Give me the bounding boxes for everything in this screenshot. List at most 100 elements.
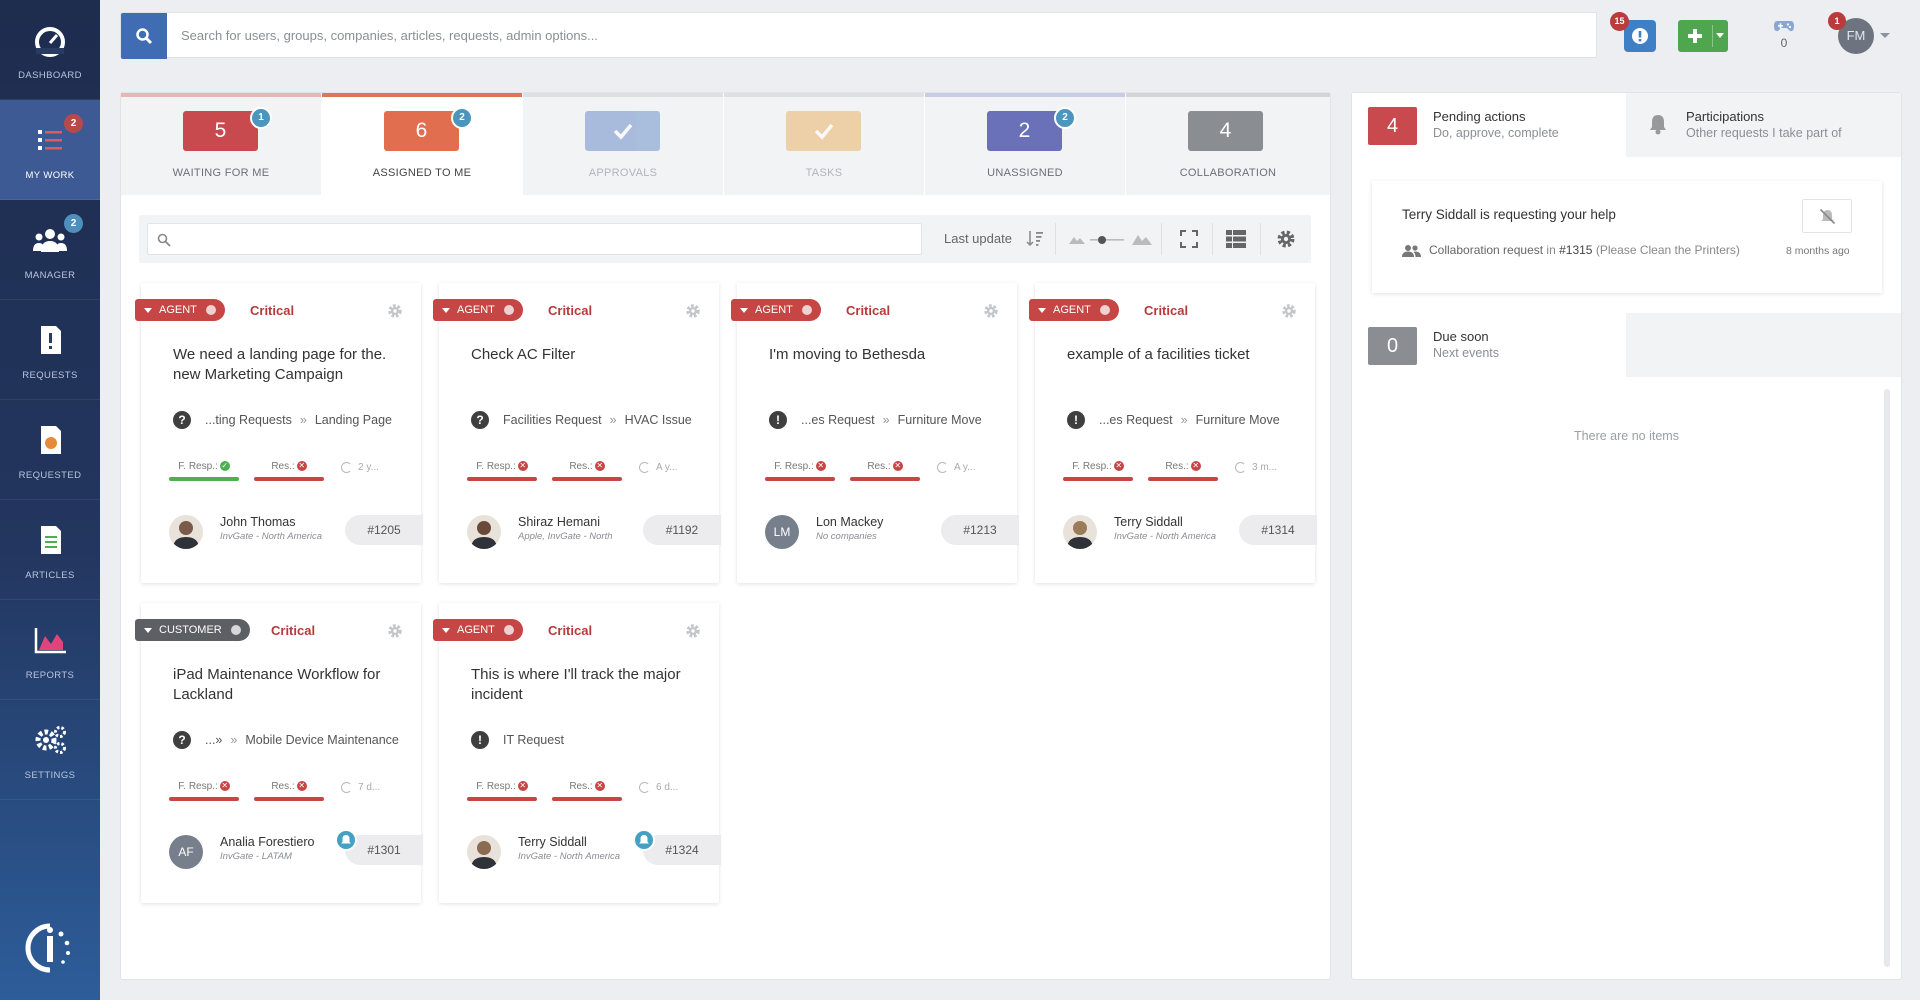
avatar[interactable]: LM bbox=[765, 515, 799, 549]
sla-label: Res.: bbox=[1165, 461, 1189, 472]
requester-name[interactable]: Lon Mackey bbox=[816, 515, 883, 529]
avatar[interactable] bbox=[1063, 515, 1097, 549]
gear-icon[interactable] bbox=[685, 623, 701, 639]
gear-icon[interactable] bbox=[983, 303, 999, 319]
tab-waiting-for-me[interactable]: 5 1 WAITING FOR ME bbox=[121, 93, 321, 195]
gear-icon[interactable] bbox=[1281, 303, 1297, 319]
tab-label: TASKS bbox=[805, 167, 843, 179]
nav-reports[interactable]: REPORTS bbox=[0, 600, 100, 700]
nav-label: REQUESTS bbox=[22, 370, 78, 381]
add-new-button[interactable] bbox=[1678, 20, 1728, 52]
request-title[interactable]: We need a landing page for the. new Mark… bbox=[173, 345, 403, 385]
request-card[interactable]: AGENT Critical We need a landing page fo… bbox=[135, 283, 423, 583]
request-card[interactable]: CUSTOMER Critical iPad Maintenance Workf… bbox=[135, 603, 423, 903]
sla-label: Res.: bbox=[569, 781, 593, 792]
ticket-id[interactable]: #1314 bbox=[1239, 515, 1317, 545]
tab-tasks[interactable]: TASKS bbox=[724, 93, 924, 195]
tab-approvals[interactable]: APPROVALS bbox=[523, 93, 723, 195]
card-size-slider[interactable] bbox=[1068, 231, 1158, 247]
sla-label: F. Resp.: bbox=[178, 461, 218, 472]
game-points-count: 0 bbox=[1780, 36, 1788, 50]
request-title[interactable]: This is where I'll track the major incid… bbox=[471, 665, 701, 705]
request-card[interactable]: AGENT Critical This is where I'll track … bbox=[433, 603, 721, 903]
requester-name[interactable]: Analia Forestiero bbox=[220, 835, 315, 849]
requester-company: InvGate - North America bbox=[220, 531, 323, 542]
user-menu-caret-icon[interactable] bbox=[1880, 33, 1890, 38]
mute-button[interactable] bbox=[1802, 199, 1852, 233]
request-title[interactable]: iPad Maintenance Workflow for Lackland bbox=[173, 665, 403, 705]
sort-descending-icon[interactable] bbox=[1026, 230, 1044, 247]
requester-name[interactable]: Terry Siddall bbox=[1114, 515, 1183, 529]
table-view-icon[interactable] bbox=[1226, 230, 1246, 248]
scrollbar[interactable] bbox=[1884, 389, 1890, 967]
nav-requested[interactable]: REQUESTED bbox=[0, 400, 100, 500]
request-title[interactable]: I'm moving to Bethesda bbox=[769, 345, 999, 365]
caret-down-icon bbox=[740, 308, 748, 313]
category-parent: IT Request bbox=[503, 733, 564, 747]
collaboration-request-card[interactable]: Terry Siddall is requesting your help Co… bbox=[1372, 181, 1882, 293]
tab-participations[interactable]: Participations Other requests I take par… bbox=[1626, 93, 1901, 157]
fullscreen-icon[interactable] bbox=[1180, 230, 1198, 248]
request-title[interactable]: Check AC Filter bbox=[471, 345, 701, 365]
sla-bar bbox=[1063, 477, 1133, 481]
bell-off-icon bbox=[1819, 208, 1836, 225]
sla-label: F. Resp.: bbox=[1072, 461, 1112, 472]
notifications-button[interactable] bbox=[1624, 20, 1656, 52]
filter-input[interactable] bbox=[178, 230, 908, 250]
role-tag[interactable]: AGENT bbox=[433, 299, 523, 321]
global-search-bar bbox=[120, 12, 1597, 59]
category-path: ! ...es Request » Furniture Move bbox=[769, 411, 1009, 429]
sla-bar bbox=[765, 477, 835, 481]
role-tag[interactable]: AGENT bbox=[731, 299, 821, 321]
request-title[interactable]: example of a facilities ticket bbox=[1067, 345, 1297, 365]
request-card[interactable]: AGENT Critical example of a facilities t… bbox=[1029, 283, 1317, 583]
requester-name[interactable]: John Thomas bbox=[220, 515, 296, 529]
nav-dashboard[interactable]: DASHBOARD bbox=[0, 0, 100, 100]
nav-label: DASHBOARD bbox=[18, 70, 82, 81]
info-icon bbox=[801, 305, 812, 315]
gear-icon[interactable] bbox=[685, 303, 701, 319]
refresh-icon bbox=[341, 462, 352, 473]
tab-pending-actions[interactable]: 4 Pending actions Do, approve, complete bbox=[1352, 93, 1626, 157]
role-tag[interactable]: CUSTOMER bbox=[135, 619, 250, 641]
help-request-ticket-link[interactable]: #1315 bbox=[1559, 243, 1592, 257]
gear-icon[interactable] bbox=[387, 303, 403, 319]
gamepad-icon[interactable] bbox=[1773, 18, 1795, 34]
ticket-id[interactable]: #1192 bbox=[643, 515, 721, 545]
avatar[interactable] bbox=[467, 835, 501, 869]
sort-label[interactable]: Last update bbox=[944, 231, 1012, 246]
nav-requests[interactable]: REQUESTS bbox=[0, 300, 100, 400]
refresh-icon bbox=[639, 462, 650, 473]
nav-articles[interactable]: ARTICLES bbox=[0, 500, 100, 600]
nav-manager[interactable]: 2 MANAGER bbox=[0, 200, 100, 300]
request-card[interactable]: AGENT Critical Check AC Filter ? Facilit… bbox=[433, 283, 721, 583]
global-search-input[interactable] bbox=[181, 13, 1581, 57]
category-parent: ...es Request bbox=[801, 413, 875, 427]
gear-icon[interactable] bbox=[387, 623, 403, 639]
ticket-id[interactable]: #1205 bbox=[345, 515, 423, 545]
avatar[interactable] bbox=[467, 515, 501, 549]
role-tag[interactable]: AGENT bbox=[433, 619, 523, 641]
requester-name[interactable]: Shiraz Hemani bbox=[518, 515, 600, 529]
ticket-id[interactable]: #1213 bbox=[941, 515, 1019, 545]
nav-label: SETTINGS bbox=[24, 770, 76, 781]
tab-unassigned[interactable]: 2 2 UNASSIGNED bbox=[925, 93, 1125, 195]
role-tag[interactable]: AGENT bbox=[1029, 299, 1119, 321]
category-parent: ...es Request bbox=[1099, 413, 1173, 427]
nav-my-work[interactable]: 2 MY WORK bbox=[0, 100, 100, 200]
tab-assigned-to-me[interactable]: 6 2 ASSIGNED TO ME bbox=[322, 93, 522, 195]
due-subtitle: Next events bbox=[1433, 346, 1500, 360]
search-button[interactable] bbox=[121, 13, 167, 59]
tab-collaboration[interactable]: 4 COLLABORATION bbox=[1126, 93, 1330, 195]
avatar[interactable] bbox=[169, 515, 203, 549]
requester-name[interactable]: Terry Siddall bbox=[518, 835, 587, 849]
info-icon bbox=[230, 625, 241, 635]
request-card[interactable]: AGENT Critical I'm moving to Bethesda ! … bbox=[731, 283, 1019, 583]
avatar[interactable]: AF bbox=[169, 835, 203, 869]
nav-settings[interactable]: SETTINGS bbox=[0, 700, 100, 800]
gear-icon[interactable] bbox=[1276, 229, 1296, 249]
category-path: ? Facilities Request » HVAC Issue bbox=[471, 411, 711, 429]
tab-due-soon[interactable]: 0 Due soon Next events bbox=[1352, 313, 1626, 377]
role-tag[interactable]: AGENT bbox=[135, 299, 225, 321]
last-update-text: 6 d... bbox=[656, 782, 679, 794]
